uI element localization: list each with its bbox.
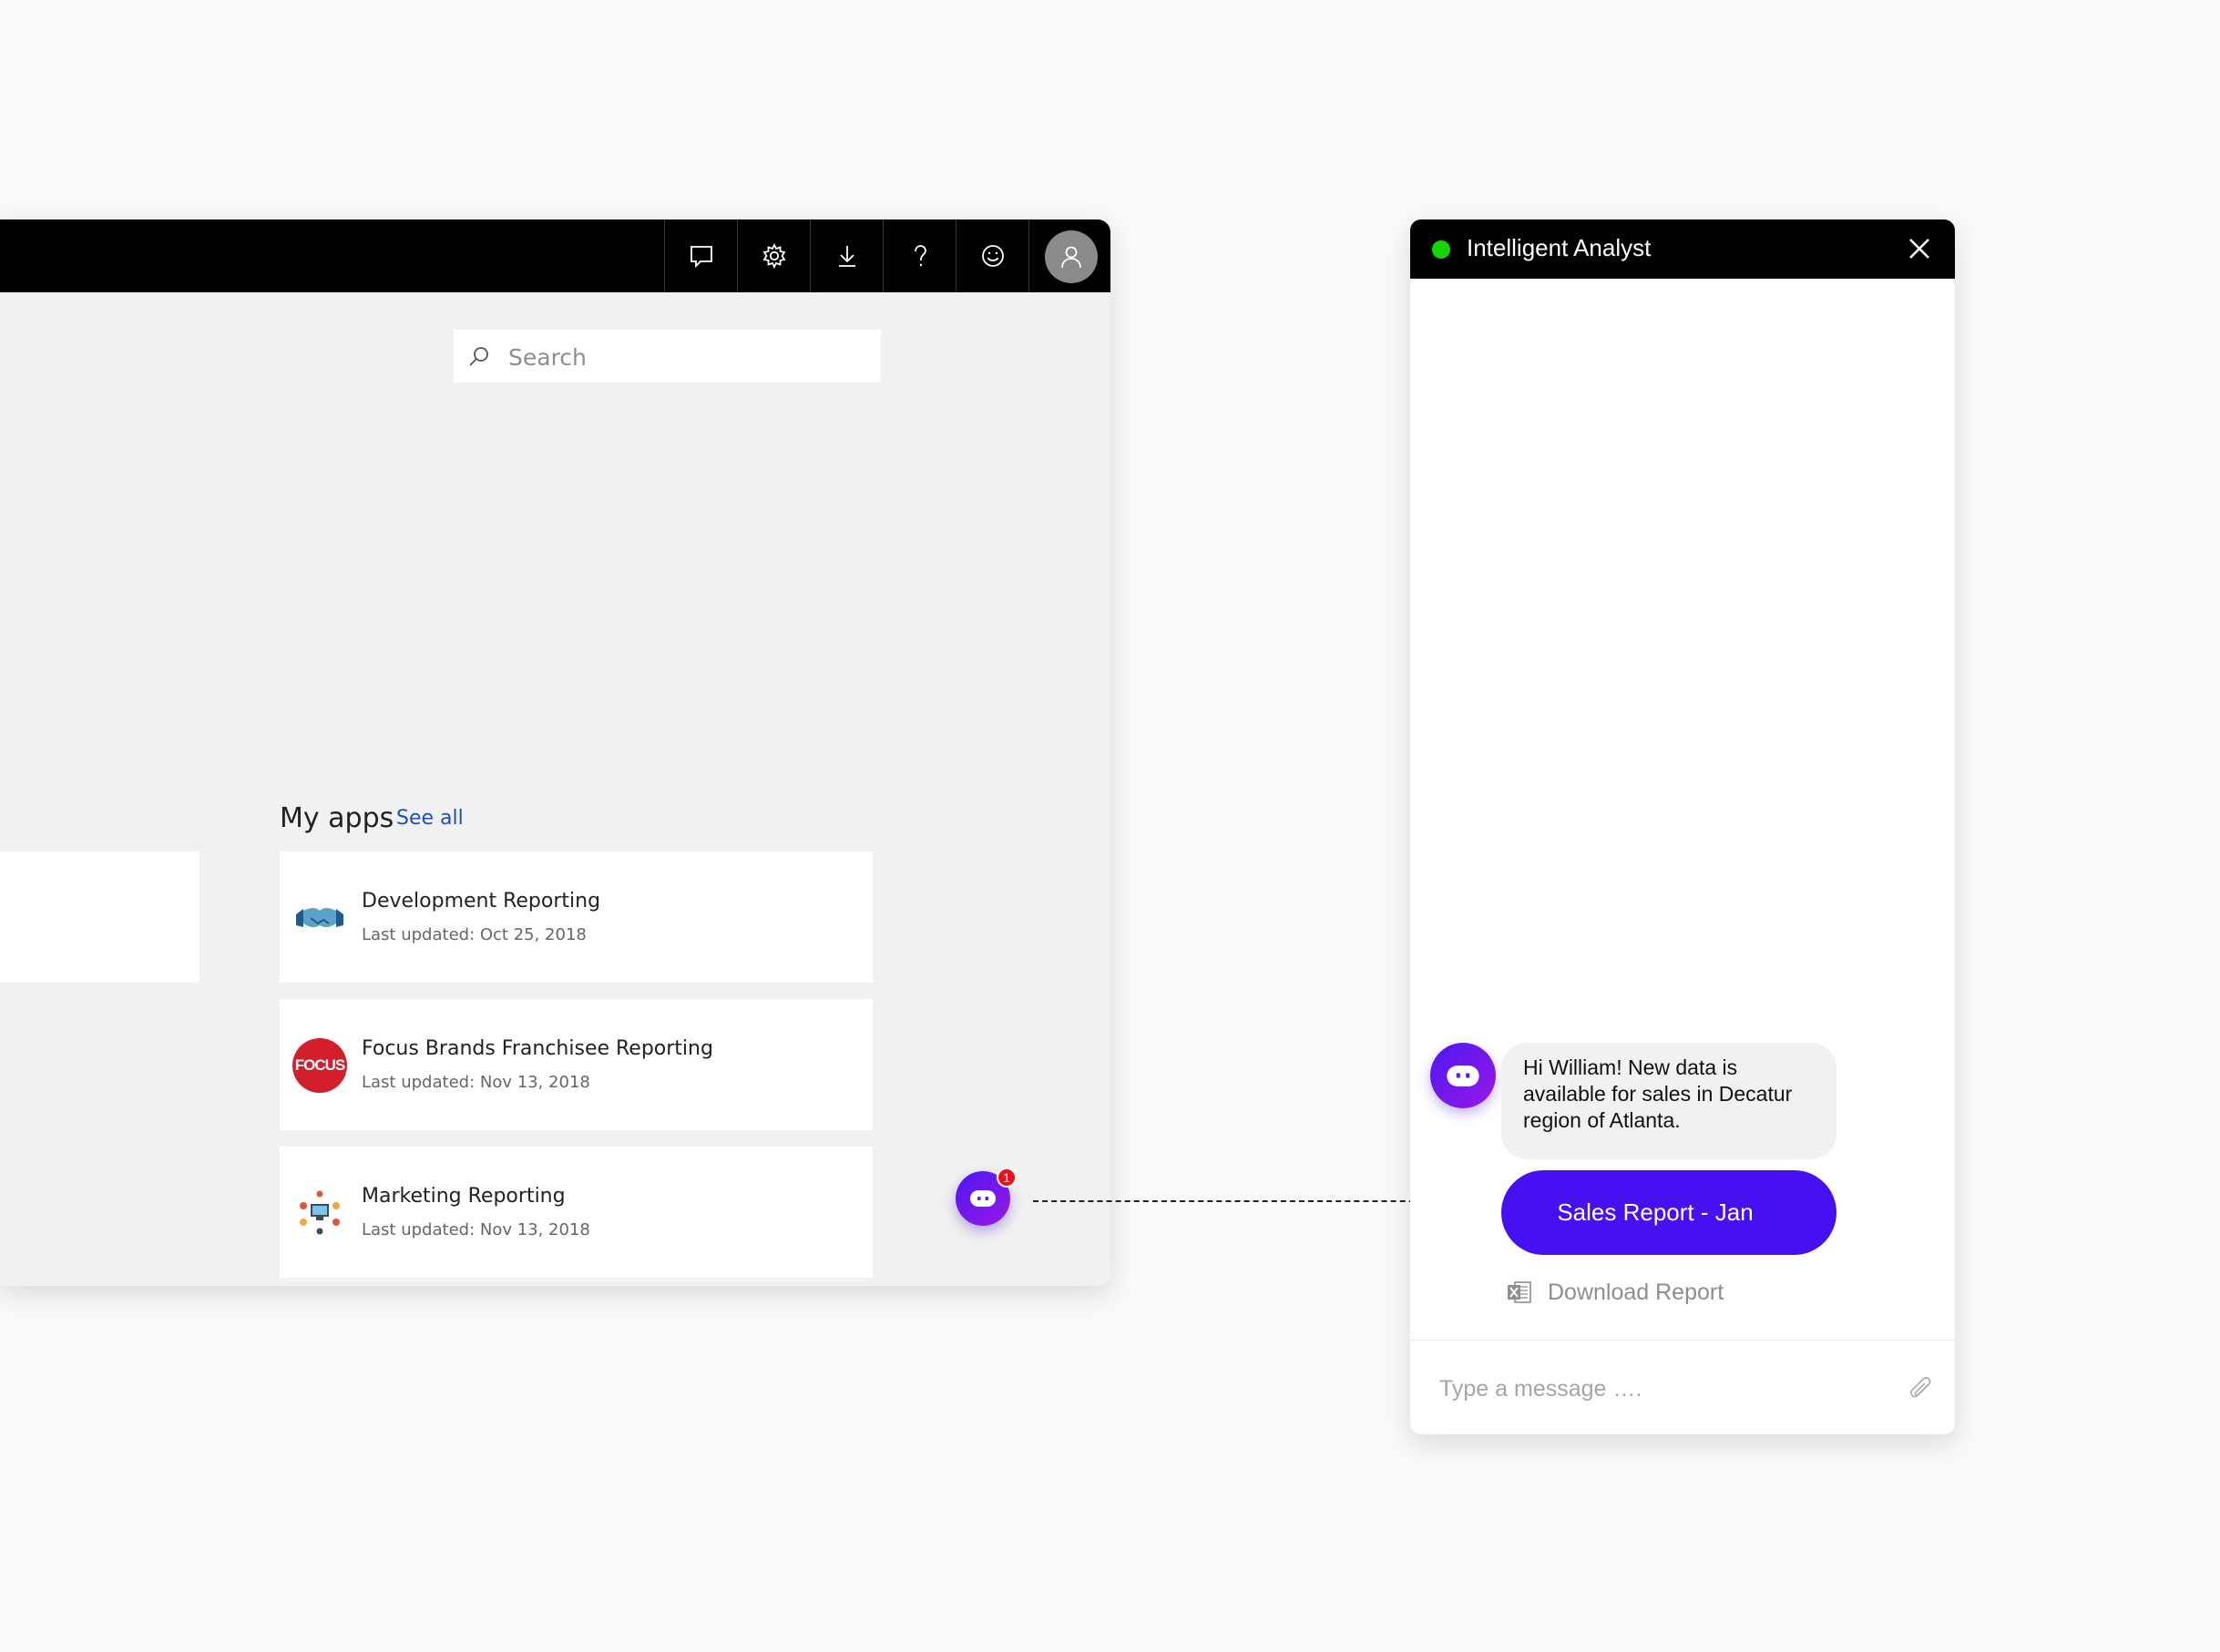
focus-logo: FOCUS: [292, 1038, 347, 1093]
user-icon: [1061, 246, 1081, 269]
app-last-updated: Last updated: Oct 25, 2018: [362, 925, 587, 944]
top-bar: [0, 219, 1110, 292]
bot-icon: [1447, 1065, 1479, 1086]
feedback-button[interactable]: [956, 219, 1028, 292]
notification-badge: 1: [997, 1168, 1017, 1188]
app-card-development-reporting[interactable]: Development Reporting Last updated: Oct …: [280, 851, 873, 983]
partial-card[interactable]: [0, 851, 199, 983]
search-icon: [469, 347, 488, 366]
chat-title: Intelligent Analyst: [1467, 234, 1652, 261]
composer-divider: [1410, 1340, 1955, 1341]
account-button[interactable]: [1028, 219, 1110, 292]
app-last-updated: Last updated: Nov 13, 2018: [362, 1220, 590, 1239]
app-card-marketing-reporting[interactable]: Marketing Reporting Last updated: Nov 13…: [280, 1147, 873, 1278]
download-icon: [838, 246, 855, 267]
online-status-dot: [1432, 240, 1450, 259]
handshake-icon: [292, 891, 347, 945]
search-input[interactable]: [506, 330, 875, 384]
app-window: My apps See all Development Reporting La…: [0, 219, 1110, 1286]
excel-icon: [1508, 1281, 1531, 1303]
focus-logo-text: FOCUS: [294, 1056, 345, 1074]
gear-icon: [762, 242, 785, 270]
avatar[interactable]: [1045, 230, 1098, 283]
bot-avatar: [1430, 1043, 1496, 1108]
help-icon: [914, 245, 926, 267]
close-icon[interactable]: [1906, 235, 1933, 262]
app-name: Marketing Reporting: [362, 1185, 566, 1208]
sales-report-button[interactable]: Sales Report - Jan: [1501, 1170, 1836, 1255]
download-button[interactable]: [810, 219, 883, 292]
download-report-label: Download Report: [1548, 1279, 1724, 1305]
download-report-link[interactable]: Download Report: [1506, 1274, 1724, 1310]
chat-button[interactable]: [664, 219, 737, 292]
help-button[interactable]: [883, 219, 956, 292]
settings-button[interactable]: [737, 219, 810, 292]
search-box[interactable]: [454, 330, 881, 384]
chat-icon: [690, 246, 712, 269]
app-name: Focus Brands Franchisee Reporting: [362, 1037, 713, 1060]
app-last-updated: Last updated: Nov 13, 2018: [362, 1073, 590, 1092]
my-apps-title: My apps: [280, 802, 394, 834]
bot-icon: [970, 1190, 996, 1207]
paperclip-icon[interactable]: [1908, 1374, 1935, 1405]
chat-panel: Intelligent Analyst Hi William! New data…: [1410, 219, 1955, 1434]
chat-header: Intelligent Analyst: [1410, 219, 1955, 279]
message-input[interactable]: [1437, 1365, 1878, 1412]
smiley-icon: [981, 245, 1004, 267]
see-all-link[interactable]: See all: [396, 807, 464, 830]
marketing-icon: [292, 1186, 347, 1240]
app-card-focus-brands[interactable]: FOCUS Focus Brands Franchisee Reporting …: [280, 999, 873, 1130]
app-name: Development Reporting: [362, 890, 601, 913]
bot-message-bubble: Hi William! New data is available for sa…: [1501, 1043, 1836, 1159]
